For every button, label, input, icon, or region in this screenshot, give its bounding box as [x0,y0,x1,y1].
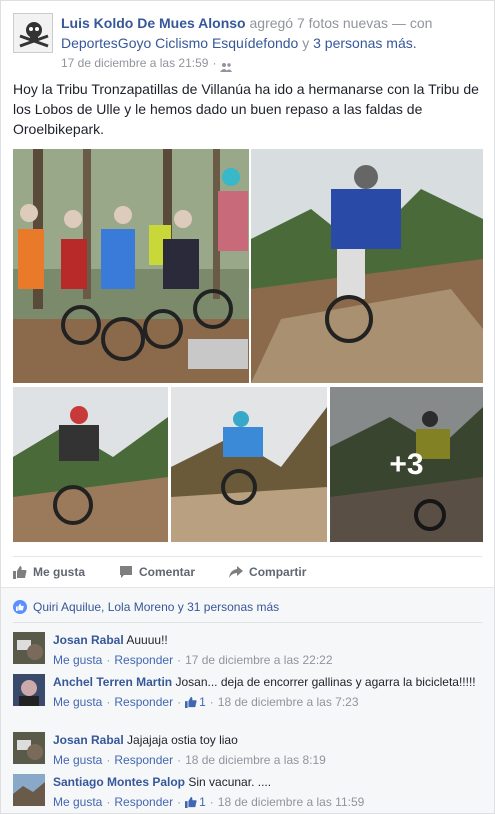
comment-avatar[interactable] [13,732,45,764]
share-icon [229,565,244,579]
comment-actions: Me gusta · Responder · 18 de diciembre a… [53,752,326,768]
comment-item: Anchel Terren Martin Josan... deja de en… [13,674,482,726]
tagged-page-link[interactable]: DeportesGoyo Ciclismo Esquídefondo [61,35,298,51]
comment-likes-count[interactable]: 1 [185,794,206,810]
comment-body: Anchel Terren Martin Josan... deja de en… [53,674,482,710]
photo-4[interactable] [171,387,327,542]
meta-separator: · [212,56,217,70]
comment-actions: Me gusta · Responder · 1 · 18 de diciemb… [53,694,359,710]
comment-author[interactable]: Josan Rabal [53,733,124,747]
comment-label: Comentar [139,564,196,579]
comment-reply-link[interactable]: Responder [114,794,173,810]
comment-item: Santiago Montes Palop Sin vacunar. .... … [13,774,482,810]
like-label: Me gusta [33,564,86,579]
header-text: Luis Koldo De Mues Alonso agregó 7 fotos… [61,13,482,73]
share-label: Compartir [249,564,307,579]
comment-reply-link[interactable]: Responder [114,694,173,710]
comment-time[interactable]: 18 de diciembre a las 7:23 [218,694,359,710]
comment-text: Jajajaja ostia toy liao [127,733,238,747]
divider [13,622,482,623]
comment-like-link[interactable]: Me gusta [53,652,102,668]
comment-like-link[interactable]: Me gusta [53,794,102,810]
comment-author[interactable]: Josan Rabal [53,633,124,647]
comment-time[interactable]: 17 de diciembre a las 22:22 [185,652,332,668]
comment-icon [119,565,133,579]
comment-time[interactable]: 18 de diciembre a las 11:59 [218,794,365,810]
photo-5-more[interactable]: +3 [330,387,483,542]
comment-author[interactable]: Anchel Terren Martin [53,675,172,689]
more-photos-overlay[interactable]: +3 [330,387,483,542]
comment-actions: Me gusta · Responder · 1 · 18 de diciemb… [53,794,365,810]
comment-like-link[interactable]: Me gusta [53,694,102,710]
likes-summary-row[interactable]: Quiri Aquilue, Lola Moreno y 31 personas… [13,598,482,616]
post-meta: 17 de diciembre a las 21:59 · [61,53,482,73]
like-icon [13,565,27,579]
post-header: Luis Koldo De Mues Alonso agregó 7 fotos… [13,13,482,72]
comment-avatar[interactable] [13,632,45,664]
comment-item: Josan Rabal Auuuu!! Me gusta · Responder… [13,632,482,668]
post-timestamp[interactable]: 17 de diciembre a las 21:59 [61,53,208,73]
comment-time[interactable]: 18 de diciembre a las 8:19 [185,752,326,768]
people-icon[interactable] [220,58,233,72]
others-link[interactable]: 3 personas más. [313,35,417,51]
post-card: Luis Koldo De Mues Alonso agregó 7 fotos… [0,0,495,814]
thumbs-up-icon [185,696,197,708]
comment-avatar[interactable] [13,674,45,706]
comment-text: Sin vacunar. .... [188,775,272,789]
share-button[interactable]: Compartir [229,565,306,579]
photo-3[interactable] [13,387,168,542]
comment-like-link[interactable]: Me gusta [53,752,102,768]
comment-avatar[interactable] [13,774,45,806]
comments-section: Quiri Aquilue, Lola Moreno y 31 personas… [1,587,494,813]
more-photos-count: +3 [389,447,424,481]
post-message: Hoy la Tribu Tronzapatillas de Villanúa … [13,81,479,137]
comment-reply-link[interactable]: Responder [114,652,173,668]
comment-actions: Me gusta · Responder · 17 de diciembre a… [53,652,333,668]
comment-body: Josan Rabal Auuuu!! Me gusta · Responder… [53,632,482,668]
action-bar: Me gusta Comentar Compartir [13,556,482,586]
and-text: y [302,35,310,51]
comment-body: Josan Rabal Jajajaja ostia toy liao Me g… [53,732,482,768]
post-action-text: agregó 7 fotos nuevas — con [249,15,433,31]
author-avatar[interactable] [13,13,53,53]
comment-author[interactable]: Santiago Montes Palop [53,775,185,789]
photo-1[interactable] [13,149,249,383]
comment-text: Auuuu!! [126,633,168,647]
author-name[interactable]: Luis Koldo De Mues Alonso [61,15,246,31]
likes-summary[interactable]: Quiri Aquilue, Lola Moreno y 31 personas… [33,600,279,614]
thumbs-up-icon [185,796,197,808]
photo-2[interactable] [251,149,483,383]
comment-item: Josan Rabal Jajajaja ostia toy liao Me g… [13,732,482,768]
like-button[interactable]: Me gusta [13,565,85,579]
comment-body: Santiago Montes Palop Sin vacunar. .... … [53,774,482,810]
comment-text: Josan... deja de encorrer gallinas y aga… [175,675,476,689]
comment-button[interactable]: Comentar [119,565,195,579]
comment-reply-link[interactable]: Responder [114,752,173,768]
comment-likes-count[interactable]: 1 [185,694,206,710]
like-badge-icon [13,600,27,614]
